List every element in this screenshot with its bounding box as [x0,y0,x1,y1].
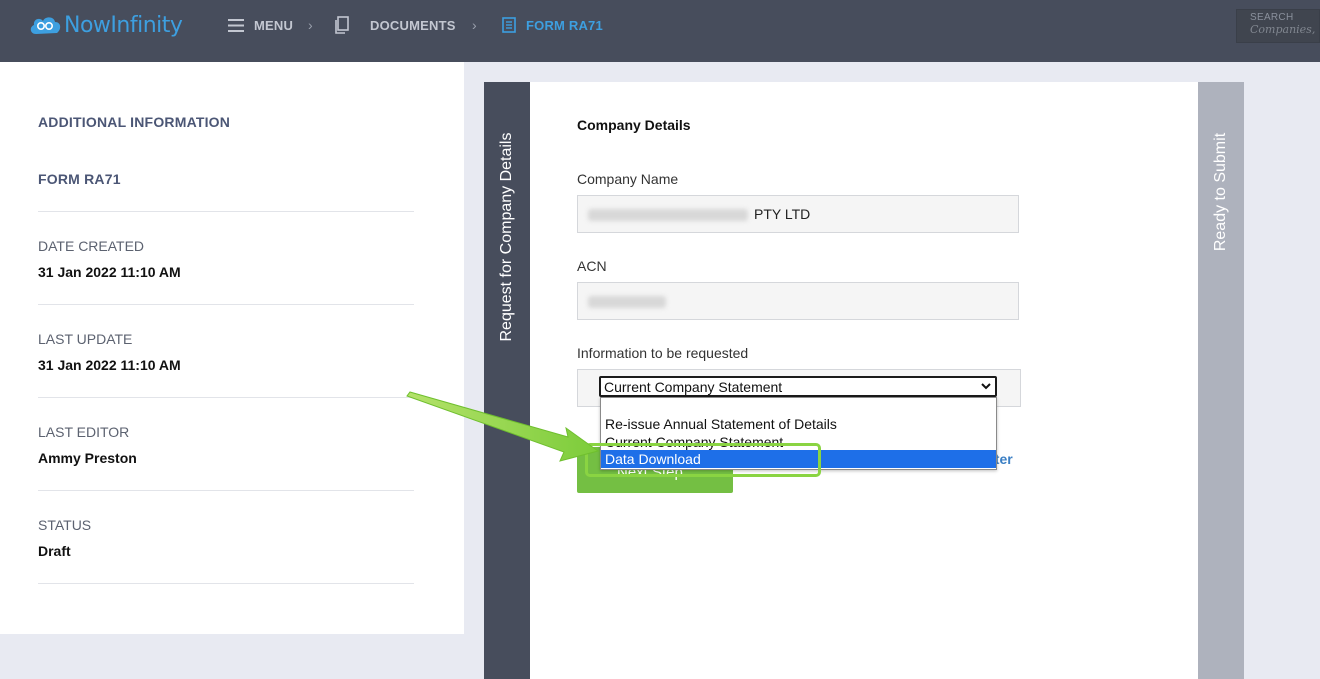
status-value: Draft [38,543,71,559]
search-placeholder: Companies, [1250,23,1316,36]
acn-label: ACN [577,258,607,274]
documents-label: DOCUMENTS [370,17,456,33]
top-bar: NowInfinity MENU › DOCUMENTS › FORM RA71… [0,0,1320,62]
redacted-text [588,296,666,309]
dropdown-option-reissue[interactable]: Re-issue Annual Statement of Details [605,416,837,432]
menu-label: MENU [254,17,294,33]
annotation-highlight-box [585,443,821,477]
section-title: ADDITIONAL INFORMATION [38,114,231,130]
company-name-field[interactable]: PTY LTD [577,195,1019,233]
divider [38,397,414,398]
info-requested-select[interactable]: Current Company Statement [599,376,997,397]
acn-field[interactable] [577,282,1019,320]
chevron-right-icon: › [308,17,313,33]
date-created-label: DATE CREATED [38,238,145,254]
step-tab-current-label: Request for Company Details [498,132,515,342]
brand-logo[interactable]: NowInfinity [28,12,183,38]
divider [38,211,414,212]
breadcrumb-separator: › [308,14,313,36]
breadcrumb-documents[interactable]: DOCUMENTS [334,14,456,36]
form-name: FORM RA71 [38,171,121,187]
company-name-label: Company Name [577,171,679,187]
brand-cloud-icon [30,17,61,34]
last-editor-label: LAST EDITOR [38,424,130,440]
status-label: STATUS [38,517,92,533]
step-tab-next-label: Ready to Submit [1212,132,1229,252]
divider [38,304,414,305]
info-selected-value: Current Company Statement [604,379,783,395]
breadcrumb-form[interactable]: FORM RA71 [502,14,603,36]
divider [38,583,414,584]
date-created-value: 31 Jan 2022 11:10 AM [38,264,181,280]
menu-button[interactable]: MENU [228,14,293,36]
company-name-value: PTY LTD [754,206,811,222]
form-label: FORM RA71 [526,17,603,33]
redacted-text [588,209,748,222]
documents-icon [335,16,349,34]
divider [38,490,414,491]
breadcrumb-separator: › [472,14,477,36]
hamburger-icon [228,18,244,32]
last-editor-value: Ammy Preston [38,450,137,466]
form-title: Company Details [577,117,691,133]
search-label: SEARCH [1250,12,1294,23]
chevron-right-icon: › [472,17,477,33]
document-icon [502,17,516,33]
chevron-down-icon [981,383,991,390]
last-update-label: LAST UPDATE [38,331,133,347]
search-input[interactable]: SEARCH Companies, [1236,9,1320,43]
info-panel: ADDITIONAL INFORMATION FORM RA71 DATE CR… [0,62,464,634]
info-requested-label: Information to be requested [577,345,749,361]
brand-name: NowInfinity [64,12,183,38]
last-update-value: 31 Jan 2022 11:10 AM [38,357,181,373]
